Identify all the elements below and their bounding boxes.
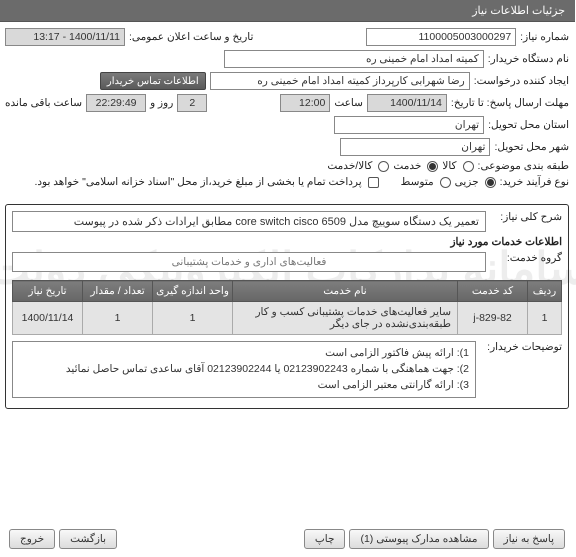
cell-row: 1 [529, 302, 563, 335]
print-button[interactable]: چاپ [305, 529, 347, 549]
days-and-label: روز و [151, 97, 174, 109]
exit-button[interactable]: خروج [10, 529, 56, 549]
cell-date: 1400/11/14 [14, 302, 84, 335]
need-title-label: شرح کلی نیاز: [493, 211, 563, 232]
th-unit: واحد اندازه گیری [154, 281, 234, 302]
radio-both[interactable] [379, 161, 390, 172]
cell-unit: 1 [154, 302, 234, 335]
need-title-field: تعمیر یک دستگاه سوییچ مدل core switch ci… [13, 211, 487, 232]
attachments-button[interactable]: مشاهده مدارک پیوستی (1) [350, 529, 489, 549]
purchase-type-label: نوع فرآیند خرید: [501, 176, 570, 188]
note-line-2: 2): جهت هماهنگی با شماره 02123902243 یا … [20, 362, 470, 378]
buyer-notes-label: توضیحات خریدار: [483, 341, 563, 398]
cell-name: سایر فعالیت‌های خدمات پشتیبانی کسب و کار… [234, 302, 459, 335]
contact-info-button[interactable]: اطلاعات تماس خریدار [101, 72, 207, 90]
deadline-time-field: 12:00 [281, 94, 331, 112]
services-label: اطلاعات خدمات مورد نیاز [13, 236, 563, 248]
remaining-label: ساعت باقی مانده [6, 97, 83, 109]
radio-service[interactable] [428, 161, 439, 172]
opt-both: کالا/خدمت [328, 160, 373, 172]
opt-medium: متوسط [402, 176, 435, 188]
radio-minor[interactable] [486, 177, 497, 188]
subject-type-label: طبقه بندی موضوعی: [479, 160, 570, 172]
cell-qty: 1 [84, 302, 154, 335]
th-qty: تعداد / مقدار [84, 281, 154, 302]
note-line-3: 3): ارائه گارانتی معتبر الزامی است [20, 378, 470, 394]
creator-field: رضا شهرابی کارپرداز کمیته امداد امام خمی… [211, 72, 471, 90]
creator-label: ایجاد کننده درخواست: [475, 75, 570, 87]
buyer-notes-field: 1): ارائه پیش فاکتور الزامی است 2): جهت … [13, 341, 477, 398]
city-label: شهر محل تحویل: [495, 141, 570, 153]
time-label: ساعت [335, 97, 364, 109]
need-no-label: شماره نیاز: [521, 31, 570, 43]
th-date: تاریخ نیاز [14, 281, 84, 302]
radio-medium[interactable] [441, 177, 452, 188]
th-name: نام خدمت [234, 281, 459, 302]
opt-service: خدمت [394, 160, 422, 172]
table-row[interactable]: 1 829-82-j سایر فعالیت‌های خدمات پشتیبان… [14, 302, 563, 335]
reply-button[interactable]: پاسخ به نیاز [494, 529, 566, 549]
province-label: استان محل تحویل: [489, 119, 570, 131]
org-label: نام دستگاه خریدار: [489, 53, 570, 65]
note-line-1: 1): ارائه پیش فاکتور الزامی است [20, 346, 470, 362]
back-button[interactable]: بازگشت [60, 529, 118, 549]
th-code: کد خدمت [459, 281, 529, 302]
pub-date-field: 1400/11/11 - 13:17 [6, 28, 126, 46]
opt-goods: کالا [443, 160, 457, 172]
cell-code: 829-82-j [459, 302, 529, 335]
province-field: تهران [335, 116, 485, 134]
city-field: تهران [341, 138, 491, 156]
checkbox-payment[interactable] [369, 177, 380, 188]
deadline-date-field: 1400/11/14 [368, 94, 448, 112]
days-remaining-field: 2 [178, 94, 208, 112]
group-label: گروه خدمت: [493, 252, 563, 276]
deadline-label: مهلت ارسال پاسخ: تا تاریخ: [452, 97, 570, 109]
need-no-field: 1100005003000297 [367, 28, 517, 46]
opt-minor: جزیی [456, 176, 480, 188]
time-remaining-field: 22:29:49 [87, 94, 147, 112]
payment-note: پرداخت تمام یا بخشی از مبلغ خرید،از محل … [35, 176, 362, 188]
page-title: جزئیات اطلاعات نیاز [0, 0, 576, 22]
services-table: ردیف کد خدمت نام خدمت واحد اندازه گیری ت… [13, 280, 563, 335]
org-field: کمیته امداد امام خمینی ره [225, 50, 485, 68]
pub-date-label: تاریخ و ساعت اعلان عمومی: [130, 31, 254, 43]
th-row: ردیف [529, 281, 563, 302]
radio-goods[interactable] [464, 161, 475, 172]
group-field: فعالیت‌های اداری و خدمات پشتیبانی [13, 252, 487, 272]
